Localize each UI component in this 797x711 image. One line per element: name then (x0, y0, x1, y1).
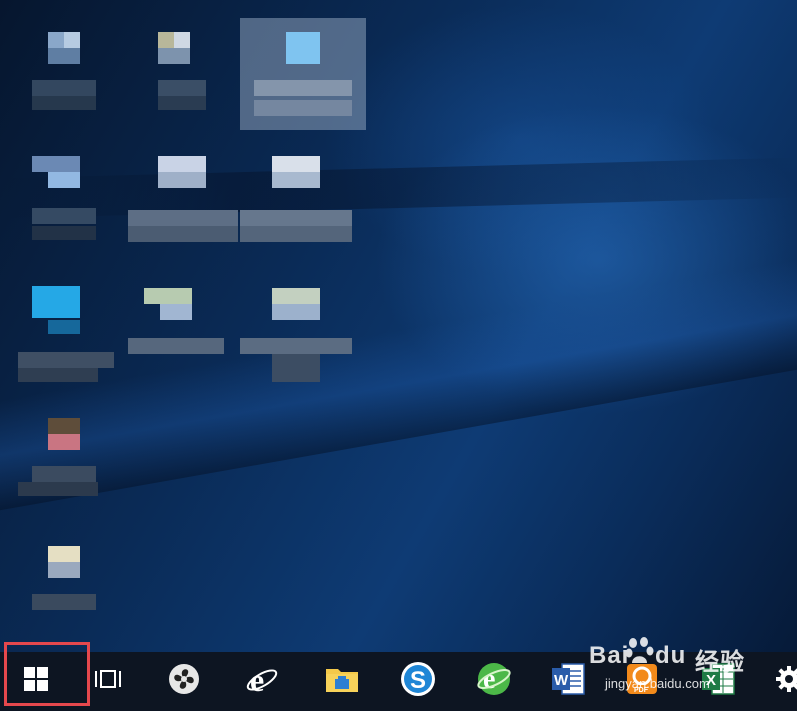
baidu-jingyan-watermark: Bai du 经验 jingyan.baidu.com (589, 636, 757, 706)
desktop-icon-9[interactable] (240, 270, 352, 382)
desktop-icon-5[interactable] (128, 140, 238, 252)
desktop-background (0, 0, 797, 652)
word-icon: W (550, 662, 586, 701)
paw-icon (625, 636, 655, 671)
pinwheel-app-button[interactable] (156, 652, 212, 711)
gear-icon (776, 666, 797, 697)
360-browser-icon: e (476, 661, 512, 702)
watermark-brand-2: du (655, 642, 687, 669)
wallpaper-light-band (0, 157, 797, 219)
settings-button[interactable] (762, 652, 797, 711)
watermark-brand: Bai (589, 642, 630, 669)
desktop-icon-11[interactable] (18, 540, 114, 652)
desktop-icon-3[interactable] (240, 18, 366, 130)
file-explorer-button[interactable] (314, 652, 370, 711)
internet-explorer-button[interactable]: e (234, 652, 290, 711)
word-button[interactable]: W (540, 652, 596, 711)
watermark-cn: 经验 (695, 649, 745, 676)
start-button-highlight (4, 642, 90, 706)
task-view-button[interactable] (80, 652, 136, 711)
desktop-icon-10[interactable] (18, 410, 114, 522)
folder-icon (325, 665, 359, 698)
pinwheel-icon (167, 662, 201, 701)
wallpaper-light-band (0, 259, 797, 511)
desktop-icon-8[interactable] (128, 270, 224, 382)
svg-text:e: e (483, 664, 495, 695)
desktop-icon-7[interactable] (18, 270, 114, 382)
task-view-icon (95, 668, 121, 695)
sogou-s-icon: S (400, 661, 436, 702)
desktop-icon-2[interactable] (142, 24, 238, 136)
360-browser-button[interactable]: e (466, 652, 522, 711)
svg-text:S: S (410, 667, 426, 694)
desktop-icon-6[interactable] (240, 140, 352, 252)
internet-explorer-icon: e (245, 662, 279, 701)
sogou-browser-button[interactable]: S (390, 652, 446, 711)
desktop-icon-1[interactable] (18, 24, 114, 136)
watermark-url: jingyan.baidu.com (605, 676, 710, 691)
svg-text:W: W (554, 672, 569, 689)
desktop-icon-4[interactable] (18, 140, 114, 252)
